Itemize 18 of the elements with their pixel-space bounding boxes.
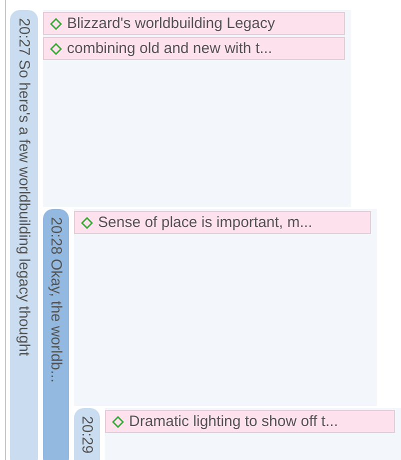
topic-tab[interactable]: 20:28 Okay, the worldb... — [43, 209, 69, 460]
note-item[interactable]: Dramatic lighting to show off t... — [105, 410, 395, 433]
note-text: combining old and new with t... — [67, 41, 272, 56]
topic-tab[interactable]: 20:29 — [74, 408, 100, 460]
topic-label: 20:28 Okay, the worldb... — [48, 217, 64, 385]
diamond-icon — [112, 416, 124, 428]
diamond-icon — [50, 18, 62, 30]
topic-label: 20:29 — [80, 416, 94, 456]
diamond-icon — [50, 42, 62, 54]
note-item[interactable]: Sense of place is important, m... — [74, 211, 371, 234]
note-item[interactable]: combining old and new with t... — [43, 37, 345, 60]
note-item[interactable]: Blizzard's worldbuilding Legacy — [43, 12, 345, 35]
topic-tab[interactable]: 20:27 So here's a few worldbuilding legacy thought — [10, 10, 38, 460]
topic-label: 20:27 So here's a few worldbuilding legacy thought — [16, 18, 32, 358]
note-text: Dramatic lighting to show off t... — [129, 414, 338, 429]
note-text: Blizzard's worldbuilding Legacy — [67, 16, 275, 31]
diamond-icon — [81, 216, 93, 228]
note-text: Sense of place is important, m... — [98, 215, 312, 230]
